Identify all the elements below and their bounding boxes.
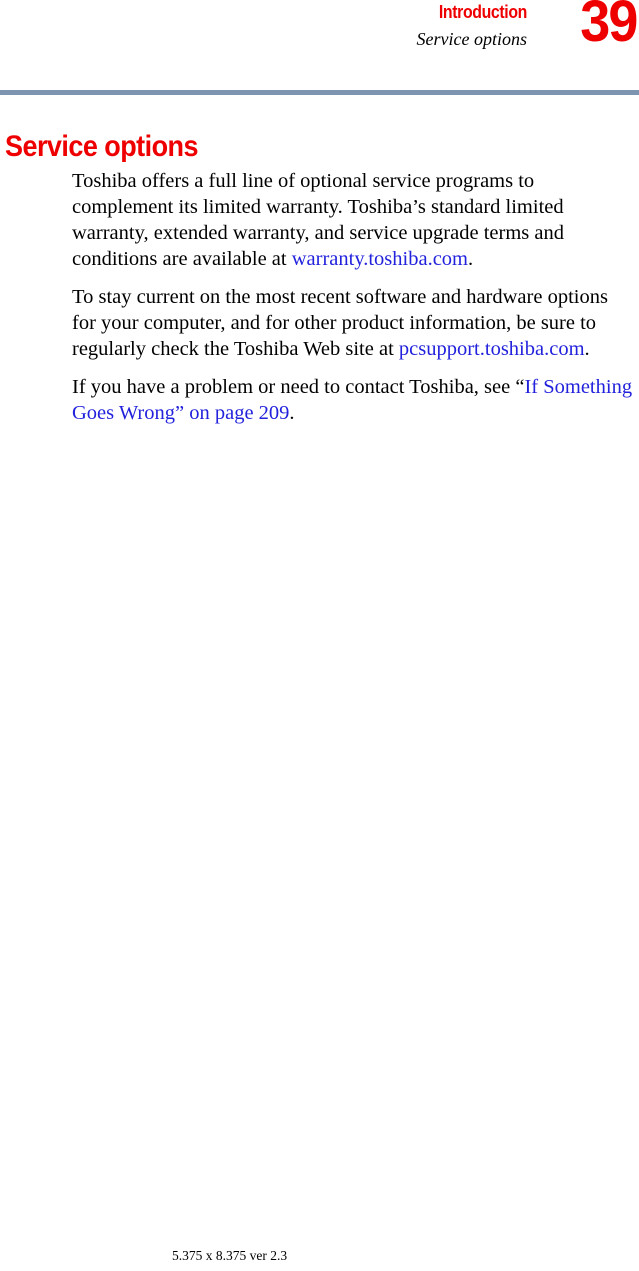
paragraph-stay-current: To stay current on the most recent softw… <box>72 284 634 362</box>
page-header: Introduction Service options 39 <box>0 0 639 80</box>
body-column: Toshiba offers a full line of optional s… <box>72 168 634 426</box>
header-section-label: Service options <box>416 29 527 49</box>
footer-spec-label: 5.375 x 8.375 ver 2.3 <box>172 1248 288 1263</box>
paragraph-problem-contact: If you have a problem or need to contact… <box>72 374 634 426</box>
paragraph-tail: . <box>289 402 295 424</box>
header-chapter-label: Introduction <box>438 2 528 22</box>
paragraph-service-programs: Toshiba offers a full line of optional s… <box>72 168 634 272</box>
link-warranty-toshiba-com[interactable]: warranty.toshiba.com <box>292 248 468 270</box>
paragraph-tail: . <box>584 338 590 360</box>
header-divider-rule <box>0 90 639 95</box>
paragraph-text: If you have a problem or need to contact… <box>72 376 525 398</box>
page-title: Service options <box>5 130 199 164</box>
page-number: 39 <box>580 0 639 54</box>
paragraph-tail: . <box>468 248 474 270</box>
link-pcsupport-toshiba-com[interactable]: pcsupport.toshiba.com <box>399 338 585 360</box>
header-text-block: Introduction Service options <box>107 2 528 51</box>
